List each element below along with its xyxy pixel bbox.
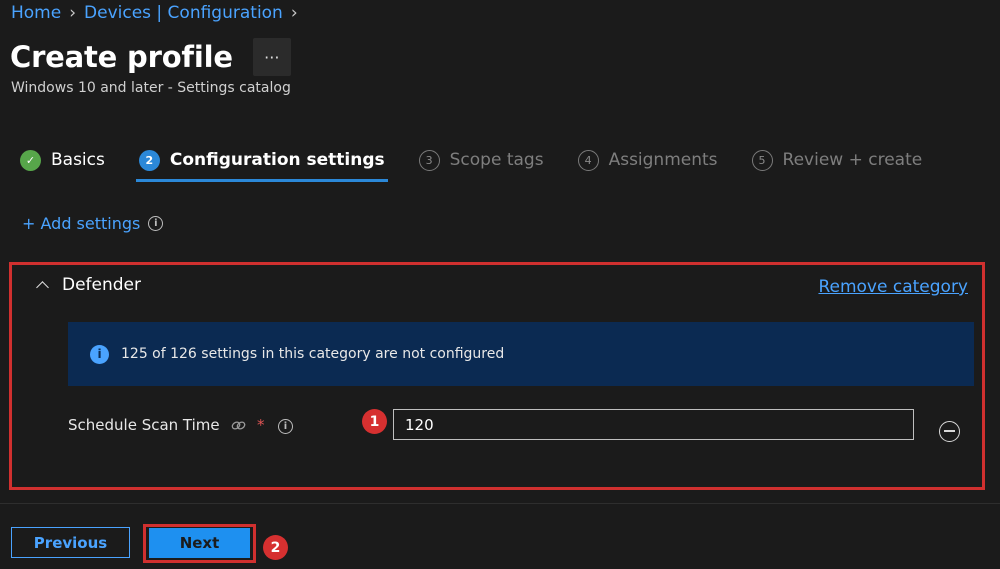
tab-review-create[interactable]: 5 Review + create bbox=[751, 146, 923, 174]
required-marker: * bbox=[257, 416, 265, 434]
step-number-icon: 4 bbox=[577, 149, 599, 171]
category-defender-highlight: Defender Remove category i 125 of 126 se… bbox=[9, 262, 985, 490]
tab-configuration-settings[interactable]: 2 Configuration settings bbox=[135, 146, 388, 182]
add-settings-link[interactable]: + Add settings i bbox=[22, 214, 164, 233]
more-options-button[interactable]: ··· bbox=[252, 38, 291, 76]
setting-label: Schedule Scan Time bbox=[68, 416, 220, 434]
annotation-badge-1: 1 bbox=[362, 409, 387, 434]
category-header[interactable]: Defender bbox=[36, 275, 141, 295]
tab-label: Basics bbox=[51, 150, 105, 170]
info-icon[interactable]: i bbox=[148, 216, 164, 231]
chevron-right-icon: › bbox=[69, 3, 77, 23]
step-number-icon: 3 bbox=[418, 149, 440, 171]
remove-setting-icon[interactable] bbox=[939, 421, 960, 442]
checkmark-icon: ✓ bbox=[20, 149, 41, 171]
info-icon[interactable]: i bbox=[278, 419, 293, 434]
info-banner-text: 125 of 126 settings in this category are… bbox=[121, 346, 505, 362]
step-number-icon: 2 bbox=[138, 149, 160, 171]
tab-scope-tags[interactable]: 3 Scope tags bbox=[418, 146, 544, 174]
chevron-right-icon: › bbox=[290, 3, 298, 23]
add-settings-label: + Add settings bbox=[22, 214, 141, 233]
page: Home › Devices | Configuration › Create … bbox=[0, 0, 1000, 569]
category-name: Defender bbox=[62, 275, 142, 295]
info-banner: i 125 of 126 settings in this category a… bbox=[68, 322, 974, 386]
wizard-steps: ✓ Basics 2 Configuration settings 3 Scop… bbox=[20, 146, 956, 182]
tab-label: Review + create bbox=[782, 150, 923, 170]
breadcrumb: Home › Devices | Configuration › bbox=[11, 3, 298, 23]
tab-assignments[interactable]: 4 Assignments bbox=[577, 146, 718, 174]
footer-divider bbox=[0, 503, 1000, 504]
annotation-badge-2: 2 bbox=[263, 535, 288, 560]
info-icon: i bbox=[90, 344, 109, 364]
previous-button[interactable]: Previous bbox=[11, 527, 130, 558]
tab-basics[interactable]: ✓ Basics bbox=[20, 146, 105, 174]
breadcrumb-devices-configuration[interactable]: Devices | Configuration bbox=[84, 3, 283, 23]
title-row: Create profile ··· bbox=[10, 38, 291, 76]
setting-row-schedule-scan-time: Schedule Scan Time * i 1 bbox=[68, 408, 968, 444]
tab-label: Configuration settings bbox=[169, 150, 385, 170]
link-icon bbox=[231, 419, 247, 433]
next-button[interactable]: Next bbox=[149, 528, 250, 558]
chevron-up-icon[interactable] bbox=[36, 279, 48, 291]
page-title: Create profile bbox=[10, 40, 233, 74]
tab-label: Assignments bbox=[608, 150, 718, 170]
page-subtitle: Windows 10 and later - Settings catalog bbox=[11, 80, 291, 96]
breadcrumb-home[interactable]: Home bbox=[11, 3, 61, 23]
step-number-icon: 5 bbox=[751, 149, 773, 171]
tab-label: Scope tags bbox=[449, 150, 544, 170]
remove-category-link[interactable]: Remove category bbox=[818, 277, 968, 297]
schedule-scan-time-input[interactable] bbox=[393, 409, 914, 440]
link-icon-svg bbox=[231, 421, 246, 430]
